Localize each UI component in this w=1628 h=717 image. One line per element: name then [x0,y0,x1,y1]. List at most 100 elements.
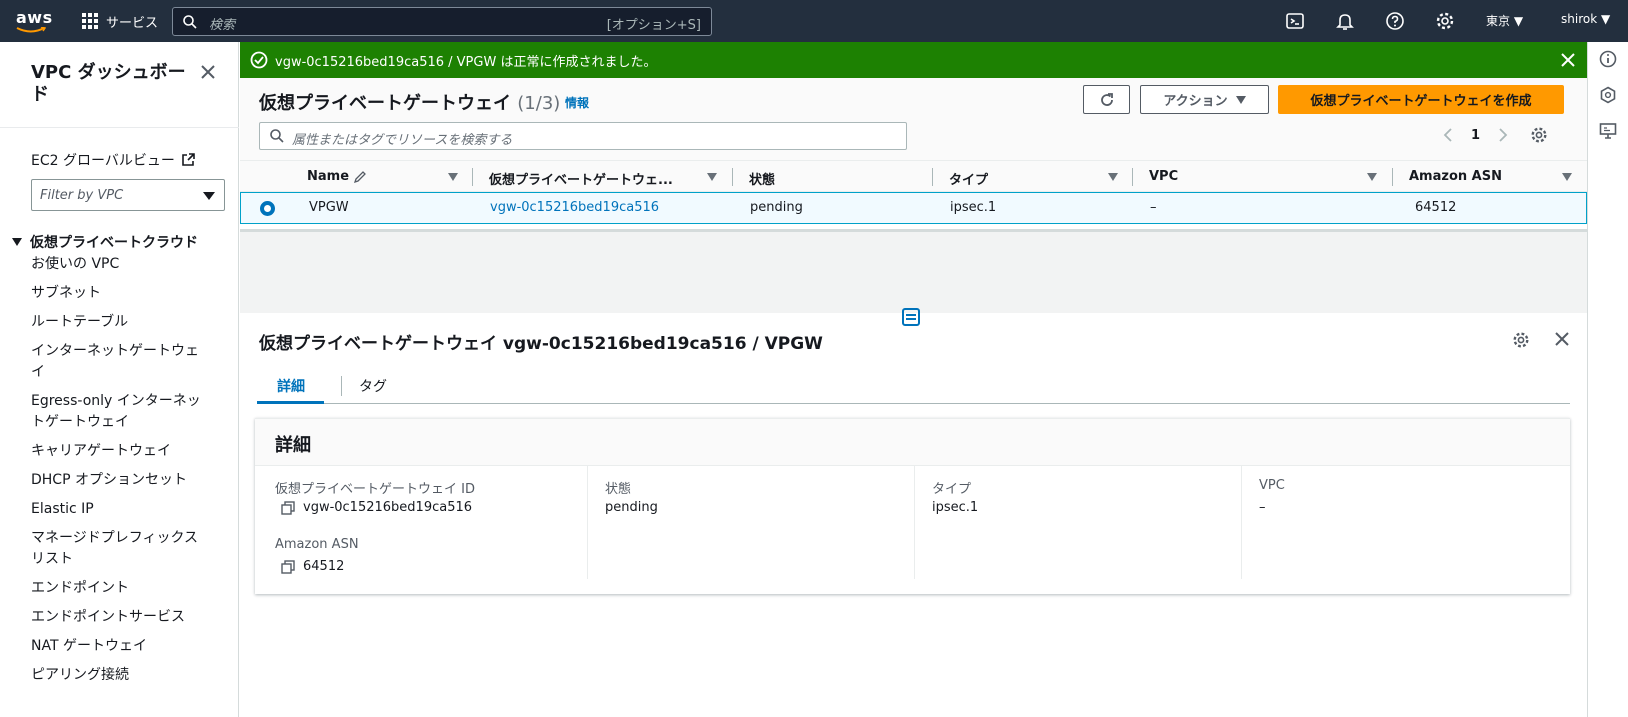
aws-logo[interactable]: aws [16,8,53,34]
split-panel-resize-handle[interactable] [902,308,920,326]
feedback-screen-icon[interactable] [1599,122,1617,140]
column-name-label: Name [307,169,350,184]
page-title: 仮想プライベートゲートウェイ (1/3) [259,89,560,115]
actions-dropdown-button[interactable]: アクション [1140,85,1269,114]
sort-icon[interactable] [448,173,458,181]
column-header-vpc[interactable]: VPC [1149,169,1178,184]
region-selector[interactable]: 東京 ▼ [1486,12,1523,29]
page-number[interactable]: 1 [1471,128,1480,143]
settings-gear-icon[interactable] [1435,11,1455,31]
ec2-global-view-link[interactable]: EC2 グローバルビュー [31,150,195,170]
vpc-filter-select[interactable]: Filter by VPC [31,179,225,211]
cell-vpc: – [1150,200,1157,215]
info-link[interactable]: 情報 [565,94,589,111]
global-search-input[interactable]: 検索 [オプション+S] [172,7,712,36]
chevron-down-icon [203,192,215,200]
resource-search-input[interactable]: 属性またはタグでリソースを検索する [259,122,907,150]
sort-icon[interactable] [1562,173,1572,181]
state-label: 状態 [605,482,632,497]
cell-name: VPGW [309,200,349,215]
tab-tags[interactable]: タグ [359,376,387,396]
tab-details[interactable]: 詳細 [277,376,305,396]
dismiss-icon[interactable] [1560,52,1576,68]
column-separator[interactable] [732,168,733,186]
sidebar-item-elastic-ip[interactable]: Elastic IP [31,499,221,520]
sidebar-item-peering-connections[interactable]: ピアリング接続 [31,665,221,686]
column-header-type[interactable]: タイプ [949,169,988,188]
details-card-header: 詳細 [255,419,1570,466]
column-separator[interactable] [1132,168,1133,186]
cell-type: ipsec.1 [950,200,997,215]
column-divider [1241,466,1242,579]
actions-label: アクション [1163,94,1228,109]
column-header-name[interactable]: Name [307,169,367,184]
column-separator[interactable] [932,168,933,186]
sidebar-item-egress-only-gateways[interactable]: Egress-only インターネットゲートウェイ [31,391,209,433]
copy-icon[interactable] [281,500,295,515]
detail-tabs: 詳細 タグ [257,370,1570,404]
refresh-button[interactable] [1083,85,1130,114]
column-separator[interactable] [1392,168,1393,186]
sidebar-item-carrier-gateways[interactable]: キャリアゲートウェイ [31,441,221,462]
sidebar-item-nat-gateways[interactable]: NAT ゲートウェイ [31,636,221,657]
main-content: 仮想プライベートゲートウェイ (1/3) 情報 アクション 仮想プライベートゲー… [240,78,1587,717]
vpc-filter-placeholder: Filter by VPC [40,188,124,203]
column-divider [587,466,588,579]
table-empty-area [240,229,1587,313]
chevron-left-icon[interactable] [1443,128,1453,142]
sidebar-item-endpoint-services[interactable]: エンドポイントサービス [31,607,221,628]
sort-icon[interactable] [707,173,717,181]
copy-icon[interactable] [281,559,295,574]
services-menu-button[interactable]: サービス [82,11,158,31]
edit-pencil-icon [353,170,366,183]
sidebar-item-your-vpcs[interactable]: お使いの VPC [31,254,221,275]
chevron-right-icon[interactable] [1498,128,1508,142]
details-column-1: 仮想プライベートゲートウェイ ID vgw-0c15216bed19ca516 … [275,466,575,579]
sidebar-section-vpc[interactable]: 仮想プライベートクラウド [12,232,198,252]
column-separator[interactable] [472,168,473,186]
sort-icon[interactable] [1367,173,1377,181]
help-icon[interactable] [1385,11,1405,31]
sidebar-item-route-tables[interactable]: ルートテーブル [31,312,221,333]
sidebar-item-endpoints[interactable]: エンドポイント [31,578,221,599]
sort-icon[interactable] [1108,173,1118,181]
info-panel-icon[interactable] [1599,50,1617,68]
cell-asn: 64512 [1415,200,1457,215]
caret-down-icon [12,238,22,246]
cloudshell-icon[interactable] [1285,11,1305,31]
account-menu[interactable]: shirok ▼ [1561,12,1610,26]
sidebar-title[interactable]: VPC ダッシュボード [31,62,201,106]
details-card: 詳細 仮想プライベートゲートウェイ ID vgw-0c15216bed19ca5… [255,418,1570,594]
close-icon[interactable] [200,64,216,80]
sidebar-item-managed-prefix-lists[interactable]: マネージドプレフィックスリスト [31,528,203,570]
cell-vpgw-id-link[interactable]: vgw-0c15216bed19ca516 [490,200,659,215]
sidebar-item-internet-gateways[interactable]: インターネットゲートウェイ [31,341,203,383]
split-panel-settings-gear-icon[interactable] [1512,331,1530,349]
details-column-3: タイプ ipsec.1 [932,466,1232,579]
column-header-vpgw-id[interactable]: 仮想プライベートゲートウェ... [489,169,673,188]
column-divider [914,466,915,579]
pagination: 1 [1443,126,1548,144]
column-header-asn[interactable]: Amazon ASN [1409,169,1502,184]
create-vpgw-button[interactable]: 仮想プライベートゲートウェイを作成 [1278,85,1564,114]
detail-panel: 仮想プライベートゲートウェイ vgw-0c15216bed19ca516 / V… [240,308,1587,717]
close-split-panel-icon[interactable] [1554,331,1570,347]
search-icon [183,15,197,29]
sidebar-item-subnets[interactable]: サブネット [31,283,221,304]
caret-down-icon [1235,95,1246,104]
table-row[interactable]: VPGW vgw-0c15216bed19ca516 pending ipsec… [240,192,1587,224]
vpc-value: – [1259,500,1266,515]
hexagon-icon[interactable] [1599,86,1617,104]
success-flashbar: vgw-0c15216bed19ca516 / VPGW は正常に作成されました… [240,42,1587,78]
sidebar-item-dhcp-option-sets[interactable]: DHCP オプションセット [31,470,221,491]
notifications-bell-icon[interactable] [1335,11,1355,31]
column-header-state[interactable]: 状態 [749,169,775,188]
detail-title: 仮想プライベートゲートウェイ vgw-0c15216bed19ca516 / V… [259,334,823,354]
row-select-radio[interactable] [260,201,275,216]
aws-logo-text: aws [16,8,53,27]
services-label: サービス [106,15,159,31]
tools-rail [1587,42,1628,717]
success-check-icon [250,51,268,69]
refresh-icon [1100,92,1113,106]
table-preferences-gear-icon[interactable] [1530,126,1548,144]
